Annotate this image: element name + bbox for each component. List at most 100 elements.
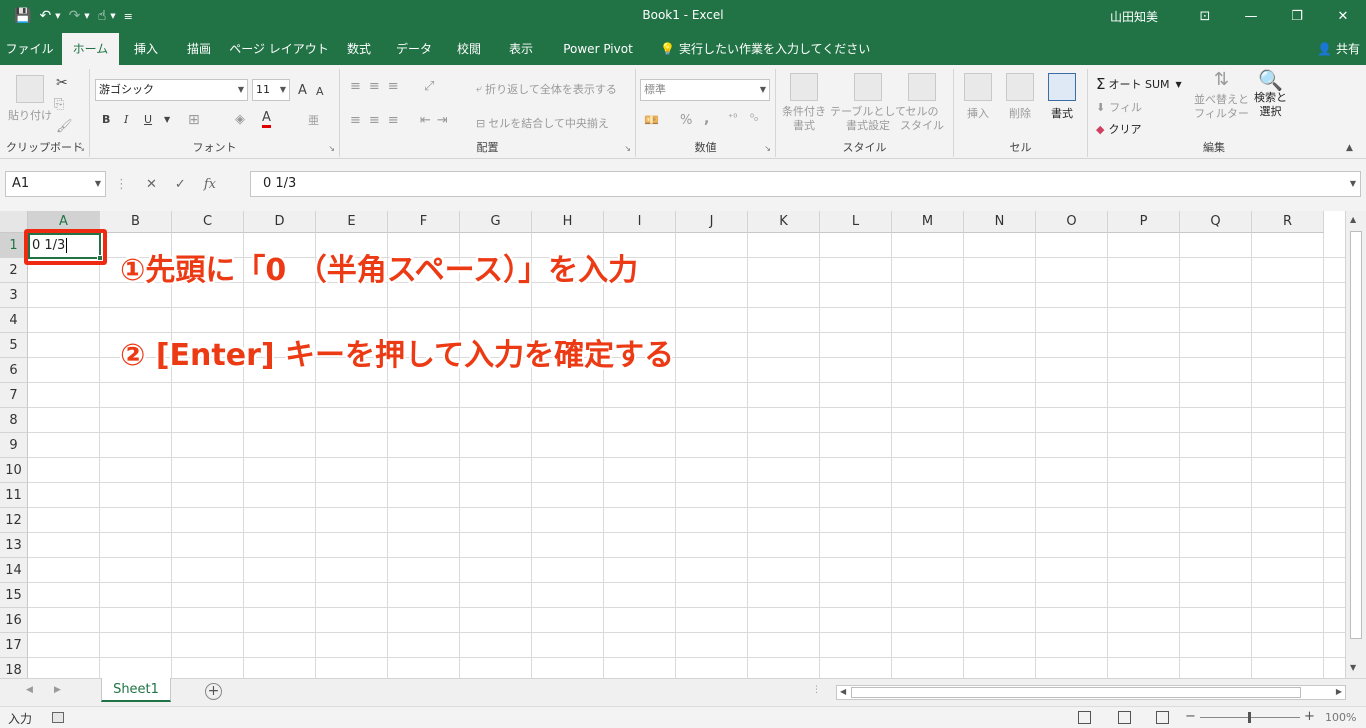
borders-icon[interactable]: ⊞ <box>188 112 200 128</box>
scroll-left-icon[interactable]: ◀ <box>840 687 846 696</box>
zoom-level[interactable]: 100% <box>1325 711 1356 724</box>
zoom-slider-thumb[interactable] <box>1248 712 1251 723</box>
comma-style-button[interactable]: , <box>704 111 709 127</box>
name-box[interactable]: A1 ▼ <box>5 171 106 197</box>
column-header-r[interactable]: R <box>1252 211 1324 233</box>
row-header-3[interactable]: 3 <box>0 283 28 308</box>
underline-button[interactable]: U <box>144 113 152 126</box>
horizontal-scroll-thumb[interactable] <box>851 687 1301 698</box>
increase-decimal-icon[interactable]: ⁺⁰ <box>728 113 737 124</box>
page-layout-view-icon[interactable] <box>1118 711 1131 724</box>
horizontal-scrollbar[interactable]: ◀ ▶ <box>836 685 1346 700</box>
insert-cells-button[interactable]: 挿入 <box>964 73 992 121</box>
vertical-scrollbar[interactable]: ▲ ▼ <box>1345 211 1366 678</box>
column-header-n[interactable]: N <box>964 211 1036 233</box>
italic-button[interactable]: I <box>124 113 128 126</box>
row-header-9[interactable]: 9 <box>0 433 28 458</box>
font-launcher-icon[interactable]: ↘ <box>328 144 335 153</box>
tab-insert[interactable]: 挿入 <box>122 33 170 65</box>
row-header-14[interactable]: 14 <box>0 558 28 583</box>
tab-split-handle-icon[interactable]: ⋮ <box>812 685 821 695</box>
paste-button[interactable]: 貼り付け <box>8 75 52 123</box>
alignment-launcher-icon[interactable]: ↘ <box>624 144 631 153</box>
sheet-prev-icon[interactable]: ◀ <box>26 685 33 695</box>
tab-formulas[interactable]: 数式 <box>336 33 382 65</box>
column-header-b[interactable]: B <box>100 211 172 233</box>
page-break-view-icon[interactable] <box>1156 711 1169 724</box>
tell-me-box[interactable]: 💡 実行したい作業を入力してください <box>660 33 870 65</box>
tab-home[interactable]: ホーム <box>62 33 119 65</box>
tab-power-pivot[interactable]: Power Pivot <box>552 33 644 65</box>
decrease-decimal-icon[interactable]: ⁰₀ <box>750 113 758 124</box>
row-header-10[interactable]: 10 <box>0 458 28 483</box>
font-name-select[interactable]: 游ゴシック ▼ <box>95 79 248 101</box>
zoom-in-icon[interactable]: + <box>1304 709 1315 724</box>
confirm-entry-button[interactable]: ✓ <box>175 177 186 192</box>
percent-style-button[interactable]: % <box>680 113 692 128</box>
tab-data[interactable]: データ <box>388 33 440 65</box>
clear-button[interactable]: ◆ クリア <box>1096 121 1141 137</box>
scroll-down-icon[interactable]: ▼ <box>1350 663 1356 672</box>
row-header-7[interactable]: 7 <box>0 383 28 408</box>
row-header-15[interactable]: 15 <box>0 583 28 608</box>
row-header-11[interactable]: 11 <box>0 483 28 508</box>
conditional-formatting-button[interactable]: 条件付き 書式 <box>782 73 826 133</box>
column-header-c[interactable]: C <box>172 211 244 233</box>
column-header-i[interactable]: I <box>604 211 676 233</box>
formula-input[interactable]: 0 1/3 ▼ <box>250 171 1361 197</box>
tab-view[interactable]: 表示 <box>498 33 544 65</box>
insert-function-button[interactable]: fx <box>204 177 216 192</box>
row-header-17[interactable]: 17 <box>0 633 28 658</box>
row-header-12[interactable]: 12 <box>0 508 28 533</box>
column-header-k[interactable]: K <box>748 211 820 233</box>
bold-button[interactable]: B <box>102 113 110 126</box>
wrap-text-button[interactable]: ⤶ 折り返して全体を表示する <box>476 81 617 97</box>
column-header-j[interactable]: J <box>676 211 748 233</box>
number-launcher-icon[interactable]: ↘ <box>764 144 771 153</box>
vertical-scroll-thumb[interactable] <box>1350 231 1362 639</box>
column-header-g[interactable]: G <box>460 211 532 233</box>
column-header-l[interactable]: L <box>820 211 892 233</box>
normal-view-icon[interactable] <box>1078 711 1091 724</box>
format-cells-button[interactable]: 書式 <box>1048 73 1076 121</box>
row-header-4[interactable]: 4 <box>0 308 28 333</box>
zoom-out-icon[interactable]: − <box>1185 709 1196 724</box>
horizontal-align-icons[interactable]: ≡≡≡ <box>350 113 407 128</box>
row-header-6[interactable]: 6 <box>0 358 28 383</box>
fill-button[interactable]: ⬇ フィル <box>1096 99 1142 115</box>
tab-draw[interactable]: 描画 <box>176 33 222 65</box>
format-painter-icon[interactable]: 🖌 <box>56 119 73 134</box>
row-header-8[interactable]: 8 <box>0 408 28 433</box>
column-header-e[interactable]: E <box>316 211 388 233</box>
tab-file[interactable]: ファイル <box>0 33 59 65</box>
column-header-d[interactable]: D <box>244 211 316 233</box>
cell-area[interactable] <box>28 233 1345 678</box>
copy-icon[interactable]: ⎘ <box>54 97 64 112</box>
scroll-right-icon[interactable]: ▶ <box>1336 687 1342 696</box>
indent-icons[interactable]: ⇤⇥ <box>420 113 454 128</box>
vertical-align-icons[interactable]: ≡≡≡ <box>350 79 407 94</box>
cut-icon[interactable]: ✂ <box>56 75 68 91</box>
merge-center-button[interactable]: ⊟ セルを結合して中央揃え <box>476 115 609 131</box>
tab-review[interactable]: 校閲 <box>446 33 492 65</box>
new-sheet-button[interactable]: + <box>205 683 222 700</box>
clipboard-launcher-icon[interactable]: ↘ <box>78 144 85 153</box>
fill-color-icon[interactable]: ◈ <box>235 112 245 127</box>
collapse-ribbon-icon[interactable]: ▲ <box>1346 143 1353 153</box>
share-button[interactable]: 👤 共有 <box>1317 33 1360 65</box>
user-name[interactable]: 山田知美 <box>1110 8 1158 25</box>
sort-filter-button[interactable]: ⇅ 並べ替えと フィルター <box>1194 71 1249 121</box>
scroll-up-icon[interactable]: ▲ <box>1350 215 1356 224</box>
column-header-f[interactable]: F <box>388 211 460 233</box>
phonetic-guide-button[interactable]: 亜 <box>308 112 319 128</box>
accounting-format-icon[interactable]: 💴 <box>644 113 659 127</box>
row-header-18[interactable]: 18 <box>0 658 28 678</box>
macro-record-icon[interactable] <box>52 712 64 723</box>
column-header-o[interactable]: O <box>1036 211 1108 233</box>
column-header-p[interactable]: P <box>1108 211 1180 233</box>
sheet-tab-sheet1[interactable]: Sheet1 <box>101 678 171 702</box>
grow-font-button[interactable]: A <box>298 83 307 98</box>
column-header-m[interactable]: M <box>892 211 964 233</box>
format-as-table-button[interactable]: テーブルとして 書式設定 <box>830 73 906 133</box>
row-header-13[interactable]: 13 <box>0 533 28 558</box>
